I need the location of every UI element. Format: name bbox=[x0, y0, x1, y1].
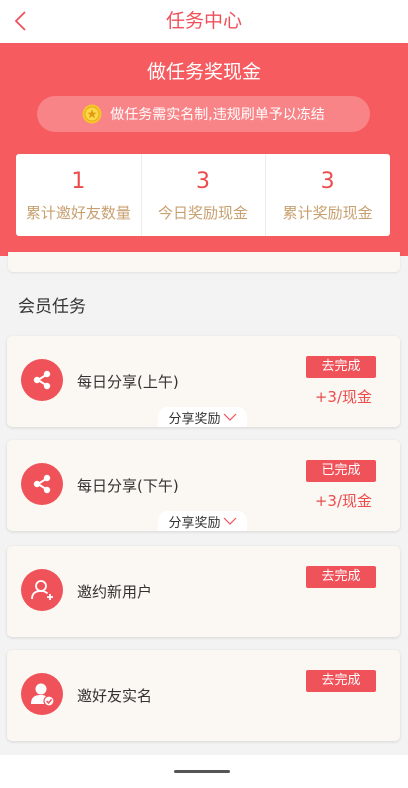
task-card-friend-verify: 邀好友实名 去完成 bbox=[7, 650, 400, 741]
gold-coin-icon bbox=[82, 104, 102, 124]
share-reward-toggle[interactable]: 分享奖励 bbox=[158, 511, 247, 531]
task-reward: +3/现金 bbox=[314, 388, 372, 406]
task-card-share-afternoon: 每日分享(下午) 已完成 +3/现金 分享奖励 bbox=[7, 440, 400, 531]
add-user-icon bbox=[21, 569, 63, 611]
chevron-down-icon bbox=[223, 413, 236, 421]
stat-total-reward: 3 累计奖励现金 bbox=[265, 154, 390, 236]
stat-today-reward: 3 今日奖励现金 bbox=[140, 154, 266, 236]
stat-value: 1 bbox=[71, 169, 86, 194]
task-card-share-morning: 每日分享(上午) 去完成 +3/现金 分享奖励 bbox=[7, 336, 400, 427]
verified-user-icon bbox=[21, 673, 63, 715]
share-icon bbox=[21, 463, 63, 505]
chevron-down-icon bbox=[223, 517, 236, 525]
stat-label: 累计奖励现金 bbox=[282, 204, 373, 222]
share-reward-label: 分享奖励 bbox=[168, 515, 221, 531]
top-nav-bar: 任务中心 bbox=[0, 0, 408, 43]
notice-pill: 做任务需实名制,违规刷单予以冻结 bbox=[37, 96, 370, 132]
task-card-invite-user: 邀约新用户 去完成 bbox=[7, 546, 400, 637]
bottom-bar bbox=[0, 755, 408, 788]
page-title: 任务中心 bbox=[165, 10, 242, 32]
share-icon bbox=[21, 359, 63, 401]
hero-banner: 做任务奖现金 做任务需实名制,违规刷单予以冻结 1 累计邀好友数量 3 今日奖励… bbox=[0, 43, 408, 256]
completed-button[interactable]: 已完成 bbox=[306, 460, 376, 482]
hero-title: 做任务奖现金 bbox=[146, 61, 261, 83]
go-complete-button[interactable]: 去完成 bbox=[306, 356, 376, 378]
section-title: 会员任务 bbox=[18, 297, 86, 317]
stat-value: 3 bbox=[196, 169, 210, 194]
stat-value: 3 bbox=[320, 169, 335, 194]
task-reward: +3/现金 bbox=[314, 492, 372, 510]
stats-card: 1 累计邀好友数量 3 今日奖励现金 3 累计奖励现金 bbox=[16, 154, 390, 236]
go-complete-button[interactable]: 去完成 bbox=[306, 670, 376, 692]
notice-text: 做任务需实名制,违规刷单予以冻结 bbox=[110, 107, 325, 123]
task-name: 邀约新用户 bbox=[77, 583, 153, 601]
hero-card-bottom bbox=[8, 252, 400, 272]
stat-invited-friends: 1 累计邀好友数量 bbox=[16, 154, 141, 236]
task-name: 邀好友实名 bbox=[77, 687, 153, 705]
stat-label: 累计邀好友数量 bbox=[25, 204, 131, 222]
stat-label: 今日奖励现金 bbox=[158, 204, 249, 222]
home-indicator[interactable] bbox=[174, 770, 230, 773]
go-complete-button[interactable]: 去完成 bbox=[306, 566, 376, 588]
share-reward-toggle[interactable]: 分享奖励 bbox=[158, 407, 247, 427]
task-name: 每日分享(下午) bbox=[77, 477, 179, 495]
share-reward-label: 分享奖励 bbox=[168, 411, 221, 427]
task-name: 每日分享(上午) bbox=[77, 373, 179, 391]
